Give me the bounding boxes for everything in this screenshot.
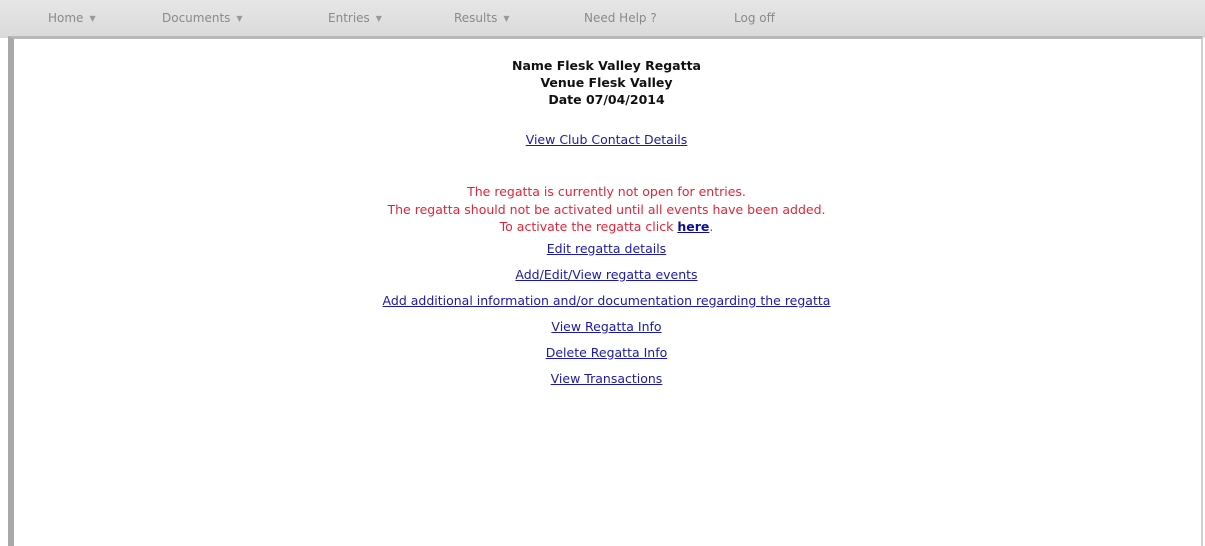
delete-regatta-info-link[interactable]: Delete Regatta Info	[546, 345, 668, 360]
nav-results-menu[interactable]: Results ▼	[454, 11, 510, 25]
delete-info-row: Delete Regatta Info	[14, 340, 1199, 366]
regatta-events-link[interactable]: Add/Edit/View regatta events	[515, 267, 697, 282]
chevron-down-icon: ▼	[503, 14, 510, 23]
edit-regatta-details-link[interactable]: Edit regatta details	[547, 241, 666, 256]
nav-log-off-link[interactable]: Log off	[734, 11, 775, 25]
nav-documents-label: Documents	[162, 11, 231, 25]
chevron-down-icon: ▼	[236, 14, 243, 23]
nav-documents-menu[interactable]: Documents ▼	[162, 11, 243, 25]
view-info-row: View Regatta Info	[14, 314, 1199, 340]
regatta-name: Name Flesk Valley Regatta	[511, 58, 701, 73]
nav-entries-label: Entries	[328, 11, 370, 25]
nav-home-menu[interactable]: Home ▼	[48, 11, 96, 25]
nav-need-help-label: Need Help ?	[584, 11, 657, 25]
transactions-row: View Transactions	[14, 366, 1199, 392]
warning-line-3-suffix: .	[709, 219, 714, 234]
activate-here-link[interactable]: here	[677, 219, 709, 234]
regatta-content: Name Flesk Valley Regatta Venue Flesk Va…	[14, 57, 1199, 392]
nav-log-off-label: Log off	[734, 11, 775, 25]
events-row: Add/Edit/View regatta events	[14, 262, 1199, 288]
additional-info-row: Add additional information and/or docume…	[14, 288, 1199, 314]
chevron-down-icon: ▼	[89, 14, 96, 23]
view-club-contact-link[interactable]: View Club Contact Details	[526, 132, 688, 147]
main-panel: Name Flesk Valley Regatta Venue Flesk Va…	[8, 36, 1203, 546]
warning-line-3-prefix: To activate the regatta click	[499, 219, 678, 234]
warning-line-1: The regatta is currently not open for en…	[467, 184, 746, 199]
view-transactions-link[interactable]: View Transactions	[551, 371, 663, 386]
warning-line-3: To activate the regatta click here.	[14, 218, 1199, 236]
chevron-down-icon: ▼	[375, 14, 382, 23]
top-navbar: Home ▼ Documents ▼ Entries ▼ Results ▼ Need …	[0, 0, 1205, 38]
view-regatta-info-link[interactable]: View Regatta Info	[551, 319, 661, 334]
activation-warning: The regatta is currently not open for en…	[14, 183, 1199, 236]
nav-home-label: Home	[48, 11, 84, 25]
regatta-venue: Venue Flesk Valley	[540, 75, 673, 90]
nav-results-label: Results	[454, 11, 498, 25]
regatta-date: Date 07/04/2014	[548, 92, 665, 107]
additional-info-link[interactable]: Add additional information and/or docume…	[383, 293, 831, 308]
edit-details-row: Edit regatta details	[14, 236, 1199, 262]
nav-entries-menu[interactable]: Entries ▼	[328, 11, 382, 25]
nav-need-help-link[interactable]: Need Help ?	[584, 11, 657, 25]
warning-line-2: The regatta should not be activated unti…	[387, 201, 826, 217]
